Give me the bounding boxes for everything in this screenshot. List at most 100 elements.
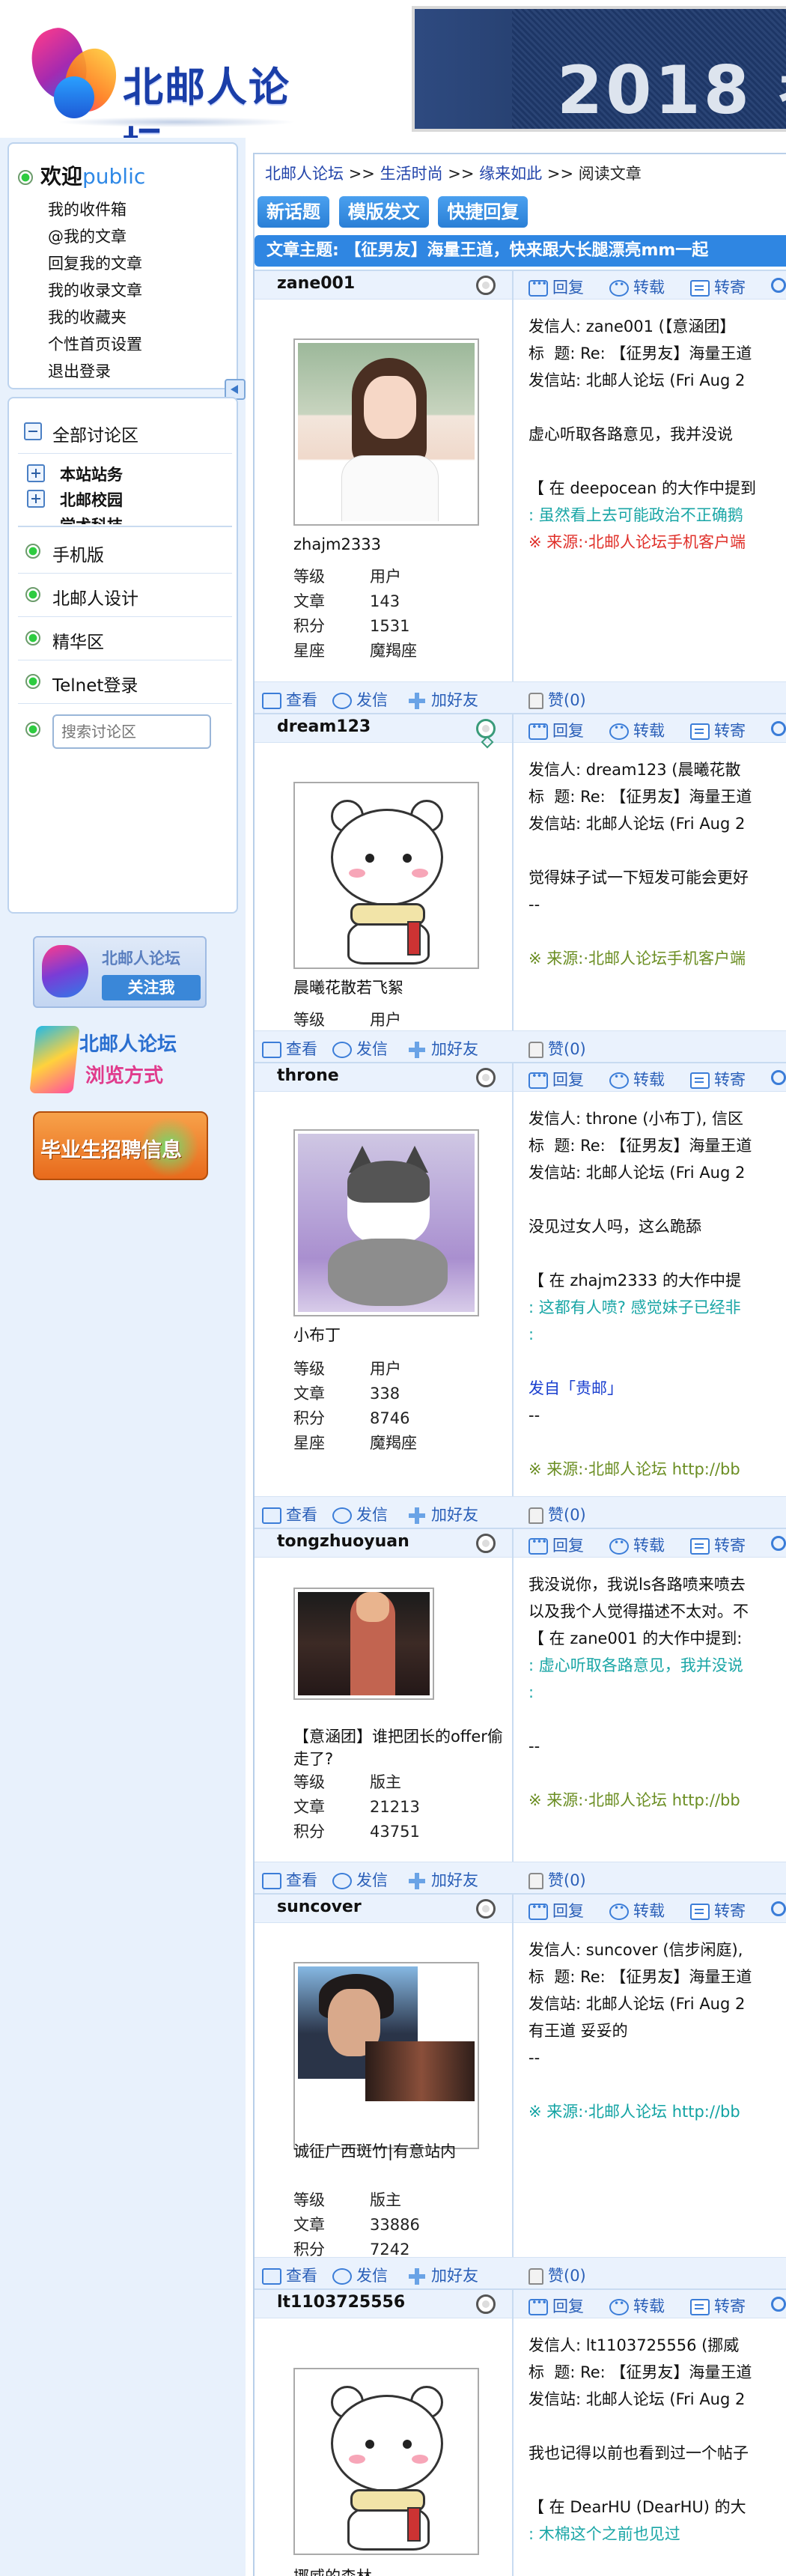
- send-button[interactable]: 转寄: [690, 1068, 746, 1090]
- all-boards-row[interactable]: 全部讨论区: [18, 412, 232, 454]
- add-friend-button[interactable]: 加好友: [407, 688, 478, 711]
- menu-inbox[interactable]: 我的收件箱: [48, 196, 142, 223]
- reply-button-label[interactable]: 回复: [552, 722, 584, 740]
- forward-button[interactable]: 转载: [609, 1068, 665, 1090]
- site-logo[interactable]: 北邮人论坛: [22, 18, 311, 170]
- nav-label[interactable]: 手机版: [52, 541, 104, 566]
- view-profile-button[interactable]: 查看: [262, 2264, 317, 2286]
- add-friend-button[interactable]: 加好友: [407, 2264, 478, 2286]
- breadcrumb-home[interactable]: 北邮人论坛: [265, 165, 344, 183]
- menu-replies[interactable]: 回复我的文章: [48, 250, 142, 277]
- board-search-input[interactable]: [52, 714, 211, 749]
- send-button-label[interactable]: 转寄: [714, 1071, 746, 1089]
- send-button[interactable]: 转寄: [690, 276, 746, 298]
- forward-button-label[interactable]: 转载: [633, 1537, 665, 1555]
- menu-collected[interactable]: 我的收录文章: [48, 277, 142, 304]
- like-button-label[interactable]: 赞(0): [548, 1040, 586, 1058]
- forward-button[interactable]: 转载: [609, 276, 665, 298]
- new-topic-button[interactable]: 新话题: [258, 196, 329, 228]
- expand-icon[interactable]: [27, 490, 45, 508]
- send-button-label[interactable]: 转寄: [714, 2297, 746, 2315]
- nav-label[interactable]: 北邮人设计: [52, 584, 138, 610]
- board-item-academic[interactable]: 学术科技: [27, 514, 222, 524]
- template-post-button[interactable]: 模版发文: [338, 196, 429, 228]
- breadcrumb-section[interactable]: 生活时尚: [380, 165, 443, 183]
- send-button-label[interactable]: 转寄: [714, 279, 746, 297]
- expand-icon[interactable]: [27, 464, 45, 482]
- add-friend-button-label[interactable]: 加好友: [431, 1871, 478, 1889]
- like-button[interactable]: 赞(0): [528, 1037, 586, 1060]
- board-label[interactable]: 学术科技: [60, 514, 123, 524]
- send-message-button[interactable]: 发信: [332, 2264, 388, 2286]
- follow-button[interactable]: 关注我: [102, 975, 201, 1000]
- breadcrumb-board[interactable]: 缘来如此: [479, 165, 542, 183]
- ad-banner[interactable]: 2018 考研: [412, 6, 786, 132]
- reply-button-label[interactable]: 回复: [552, 2297, 584, 2315]
- send-message-button-label[interactable]: 发信: [356, 1506, 388, 1524]
- browse-ad[interactable]: 北邮人论坛 浏览方式: [29, 1024, 213, 1096]
- send-message-button-label[interactable]: 发信: [356, 1871, 388, 1889]
- forward-button-label[interactable]: 转载: [633, 279, 665, 297]
- user-avatar[interactable]: [293, 2368, 479, 2555]
- post-author[interactable]: lt1103725556: [277, 2293, 405, 2312]
- add-friend-button[interactable]: 加好友: [407, 1503, 478, 1525]
- user-avatar[interactable]: [293, 338, 479, 526]
- like-button-label[interactable]: 赞(0): [548, 1506, 586, 1524]
- send-button[interactable]: 转寄: [690, 719, 746, 741]
- send-button-label[interactable]: 转寄: [714, 1902, 746, 1920]
- send-message-button[interactable]: 发信: [332, 1503, 388, 1525]
- collapse-icon[interactable]: [24, 422, 42, 440]
- like-button[interactable]: 赞(0): [528, 1503, 586, 1525]
- like-button-label[interactable]: 赞(0): [548, 2267, 586, 2285]
- board-label[interactable]: 本站站务: [60, 463, 123, 485]
- like-button-label[interactable]: 赞(0): [548, 691, 586, 709]
- send-message-button-label[interactable]: 发信: [356, 691, 388, 709]
- like-button-label[interactable]: 赞(0): [548, 1871, 586, 1889]
- forward-button[interactable]: 转载: [609, 2294, 665, 2317]
- username-link[interactable]: public: [82, 164, 145, 189]
- nav-label[interactable]: Telnet登录: [52, 671, 138, 696]
- user-avatar[interactable]: [293, 1588, 434, 1700]
- reply-button-label[interactable]: 回复: [552, 1071, 584, 1089]
- forward-button-label[interactable]: 转载: [633, 1902, 665, 1920]
- like-button[interactable]: 赞(0): [528, 1868, 586, 1891]
- search-post-button[interactable]: [771, 276, 786, 294]
- forward-button-label[interactable]: 转载: [633, 2297, 665, 2315]
- reply-button[interactable]: 回复: [528, 719, 584, 741]
- search-post-button[interactable]: [771, 1534, 786, 1552]
- send-button[interactable]: 转寄: [690, 1899, 746, 1922]
- menu-logout[interactable]: 退出登录: [48, 358, 142, 385]
- view-profile-button-label[interactable]: 查看: [286, 1040, 317, 1058]
- post-author[interactable]: throne: [277, 1066, 339, 1085]
- forward-button-label[interactable]: 转载: [633, 1071, 665, 1089]
- like-button[interactable]: 赞(0): [528, 688, 586, 711]
- reply-button[interactable]: 回复: [528, 1534, 584, 1556]
- reply-button[interactable]: 回复: [528, 1899, 584, 1922]
- send-message-button-label[interactable]: 发信: [356, 2267, 388, 2285]
- post-author[interactable]: dream123: [277, 717, 371, 736]
- send-message-button[interactable]: 发信: [332, 1868, 388, 1891]
- add-friend-button-label[interactable]: 加好友: [431, 691, 478, 709]
- nav-label[interactable]: 精华区: [52, 628, 104, 653]
- post-author[interactable]: zane001: [277, 274, 355, 293]
- view-profile-button-label[interactable]: 查看: [286, 2267, 317, 2285]
- send-button[interactable]: 转寄: [690, 1534, 746, 1556]
- menu-mentions[interactable]: @我的文章: [48, 223, 142, 250]
- send-button-label[interactable]: 转寄: [714, 1537, 746, 1555]
- reply-button[interactable]: 回复: [528, 276, 584, 298]
- user-avatar[interactable]: [293, 1962, 479, 2149]
- nav-design[interactable]: 北邮人设计: [18, 574, 232, 617]
- add-friend-button-label[interactable]: 加好友: [431, 1040, 478, 1058]
- search-post-button[interactable]: [771, 1899, 786, 1917]
- like-button[interactable]: 赞(0): [528, 2264, 586, 2286]
- board-label[interactable]: 北邮校园: [60, 488, 123, 511]
- reply-button-label[interactable]: 回复: [552, 1902, 584, 1920]
- jobs-ad[interactable]: 毕业生招聘信息: [33, 1111, 208, 1180]
- view-profile-button[interactable]: 查看: [262, 1868, 317, 1891]
- board-item-site-affairs[interactable]: 本站站务: [27, 463, 222, 487]
- search-post-button[interactable]: [771, 2294, 786, 2312]
- quick-reply-button[interactable]: 快捷回复: [438, 196, 528, 228]
- search-post-button[interactable]: [771, 719, 786, 737]
- view-profile-button[interactable]: 查看: [262, 688, 317, 711]
- view-profile-button-label[interactable]: 查看: [286, 1871, 317, 1889]
